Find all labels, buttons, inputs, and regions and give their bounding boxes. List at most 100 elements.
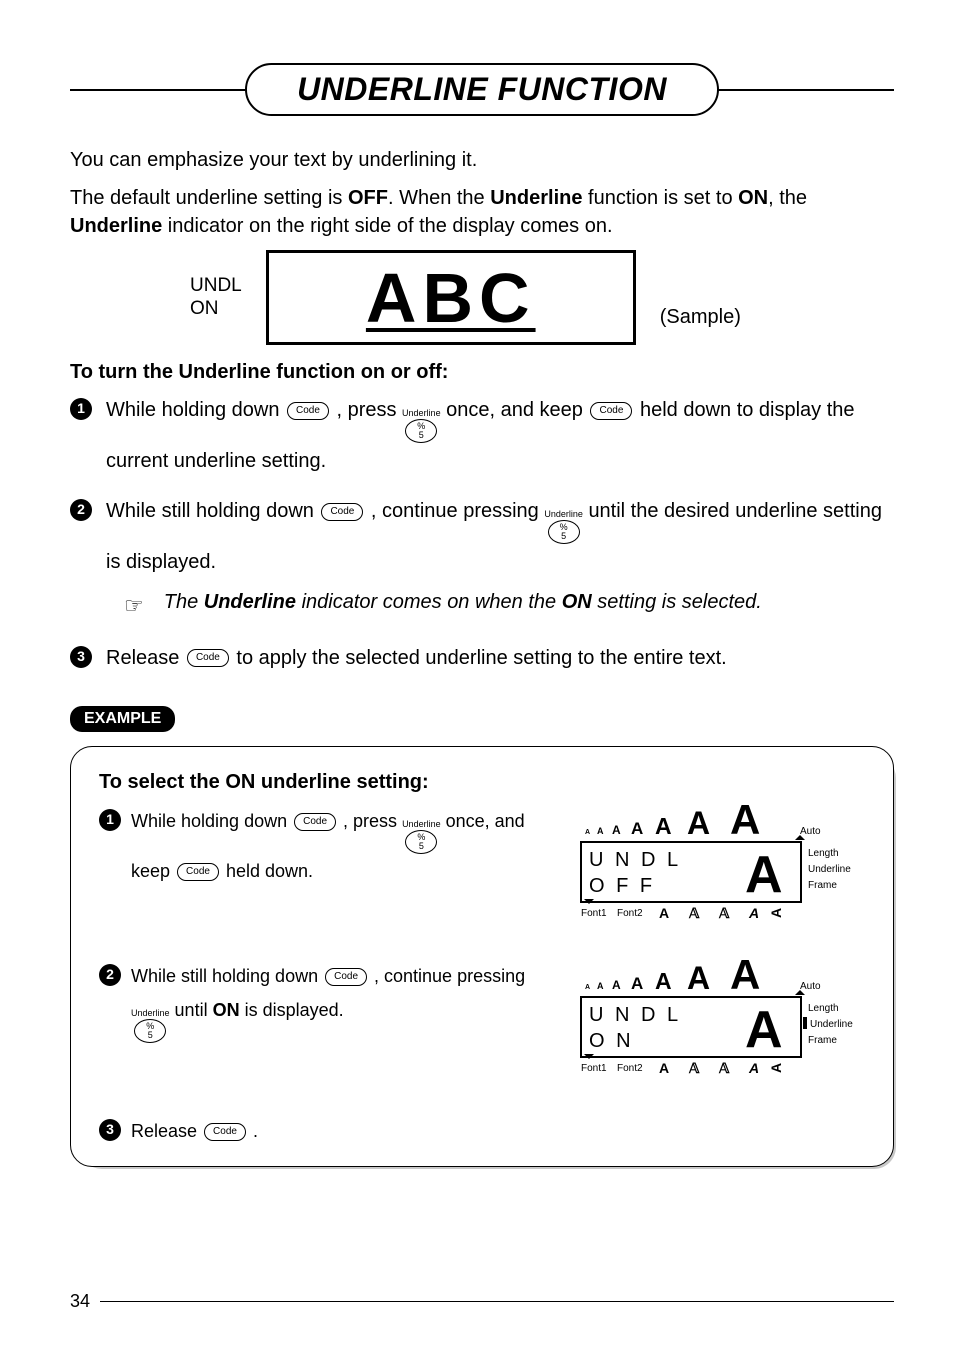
text-bold: Underline [70,215,162,237]
step-number: 3 [70,646,92,668]
title-banner: UNDERLINE FUNCTION [70,60,894,118]
step-1: 1 While holding down Code , press Underl… [70,392,894,479]
text: , continue pressing [371,500,544,522]
text: , press [343,811,402,831]
svg-text:𝔸: 𝔸 [688,1060,700,1076]
code-key: Code [294,813,336,831]
font2-label: Font2 [617,908,643,919]
text: indicator on the right side of the displ… [162,215,612,237]
underline-key: Underline %5 [402,409,441,443]
svg-text:A: A [687,805,710,841]
code-key: Code [187,649,229,667]
sample-state-label: UNDL ON [190,275,242,321]
svg-text:𝔸: 𝔸 [718,905,730,921]
page-number-rule [100,1301,894,1302]
page-number: 34 [70,1291,90,1312]
text: . When the [388,187,490,209]
code-key: Code [204,1123,246,1141]
text: , continue pressing [374,966,525,986]
underline-key: Underline %5 [131,1009,170,1043]
font1-label: Font1 [581,1063,607,1074]
auto-label: Auto [800,981,821,992]
auto-label: Auto [800,826,821,837]
key-top-label: Underline [131,1009,170,1018]
svg-text:A: A [655,813,672,839]
svg-text:A: A [659,1060,669,1076]
lcd-big-a: A [745,1001,783,1059]
text: until [175,1000,213,1020]
length-label: Length [808,848,839,859]
example-title: To select the ON underline setting: [99,771,865,794]
code-key: Code [177,863,219,881]
underline-indicator-icon [803,1017,807,1029]
text: function is set to [582,187,738,209]
text: The default underline setting is [70,187,348,209]
text-bold: Underline [490,187,582,209]
lcd-big-a: A [745,846,783,904]
lcd-line2: O F F [589,875,655,897]
svg-text:A: A [768,907,784,917]
svg-text:𝔸: 𝔸 [718,1060,730,1076]
steps-list: 1 While holding down Code , press Underl… [70,392,894,676]
font2-label: Font2 [617,1063,643,1074]
underline-label: Underline [808,864,851,875]
text: indicator comes on when the [296,591,562,613]
lcd-line1: U N D L [589,849,681,871]
key-5: 5 [148,1031,153,1040]
svg-text:A: A [748,905,759,921]
example-badge: EXAMPLE [70,706,175,732]
text: While holding down [106,399,285,421]
text: While holding down [131,811,292,831]
font1-label: Font1 [581,908,607,919]
lcd-line2: O N [589,1030,634,1052]
key-5: 5 [419,431,424,440]
example-row-1: 1 While holding down Code , press Underl… [99,804,865,939]
intro-line-1: You can emphasize your text by underlini… [70,146,894,174]
text: is displayed. [240,1000,344,1020]
text-bold: ON [562,591,592,613]
code-key: Code [287,402,329,420]
svg-text:A: A [730,804,760,843]
frame-label: Frame [808,1035,837,1046]
step-number: 1 [70,398,92,420]
text: once, and keep [446,399,588,421]
text: held down. [226,861,313,881]
key-top-label: Underline [402,820,441,829]
code-key: Code [321,503,363,521]
svg-text:A: A [659,905,669,921]
svg-text:A: A [585,984,590,991]
text-bold: OFF [348,187,388,209]
step-number: 2 [99,964,121,986]
text: , the [768,187,807,209]
text-bold: ON [738,187,768,209]
svg-text:A: A [730,959,760,998]
page-title: UNDERLINE FUNCTION [245,63,719,116]
device-display-on: A A A A A A A Auto U N D L O N [575,959,865,1089]
key-5: 5 [561,532,566,541]
text: Release [131,1121,202,1141]
svg-text:A: A [748,1060,759,1076]
section-heading: To turn the Underline function on or off… [70,361,894,384]
pointing-hand-icon: ☞ [124,586,144,626]
intro-line-2: The default underline setting is OFF. Wh… [70,184,894,240]
length-label: Length [808,1003,839,1014]
key-5: 5 [419,842,424,851]
example-box: To select the ON underline setting: 1 Wh… [70,746,894,1167]
text: . [253,1121,258,1141]
svg-text:A: A [612,978,621,992]
example-row-3: 3 Release Code . [99,1114,865,1148]
lcd-line1: U N D L [589,1004,681,1026]
text: The [164,591,204,613]
key-top-label: Underline [402,409,441,418]
lcd-display: ABC [266,250,636,345]
step-number: 2 [70,499,92,521]
svg-text:A: A [597,826,604,836]
step-number: 3 [99,1119,121,1141]
lcd-text: ABC [366,258,536,338]
sample-row: UNDL ON ABC (Sample) [190,250,894,345]
svg-text:A: A [612,823,621,837]
sample-caption: (Sample) [660,306,741,329]
note: ☞ The Underline indicator comes on when … [124,584,894,626]
underline-label: Underline [810,1019,853,1030]
svg-text:𝔸: 𝔸 [688,905,700,921]
